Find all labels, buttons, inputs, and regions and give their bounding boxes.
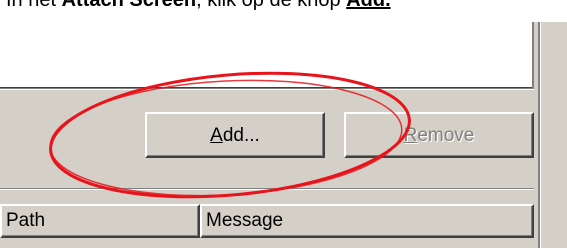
- dialog-right-edge: [538, 22, 541, 248]
- remove-label: emove: [417, 125, 475, 146]
- attachment-list[interactable]: [0, 22, 534, 90]
- instruction-prefix: In het: [6, 0, 62, 11]
- instruction-middle: , klik op de knop: [196, 0, 347, 11]
- bottom-separator: [0, 188, 534, 190]
- add-button[interactable]: Add...: [145, 112, 325, 158]
- column-header-message[interactable]: Message: [200, 204, 534, 238]
- remove-mnemonic: R: [403, 125, 418, 146]
- attach-screen-dialog: Add... Remove Path Message: [0, 22, 567, 248]
- add-mnemonic: A: [210, 125, 223, 146]
- add-label: dd...: [222, 125, 260, 146]
- instruction-line: In het Attach Screen, klik op de knop Ad…: [6, 0, 391, 12]
- column-header-path[interactable]: Path: [0, 204, 200, 238]
- instruction-text: In het Attach Screen, klik op de knop Ad…: [0, 0, 567, 22]
- top-separator: [0, 88, 534, 90]
- button-reference: Add.: [346, 0, 391, 11]
- dialog-name: Attach Screen: [61, 0, 197, 11]
- remove-button[interactable]: Remove: [344, 112, 534, 158]
